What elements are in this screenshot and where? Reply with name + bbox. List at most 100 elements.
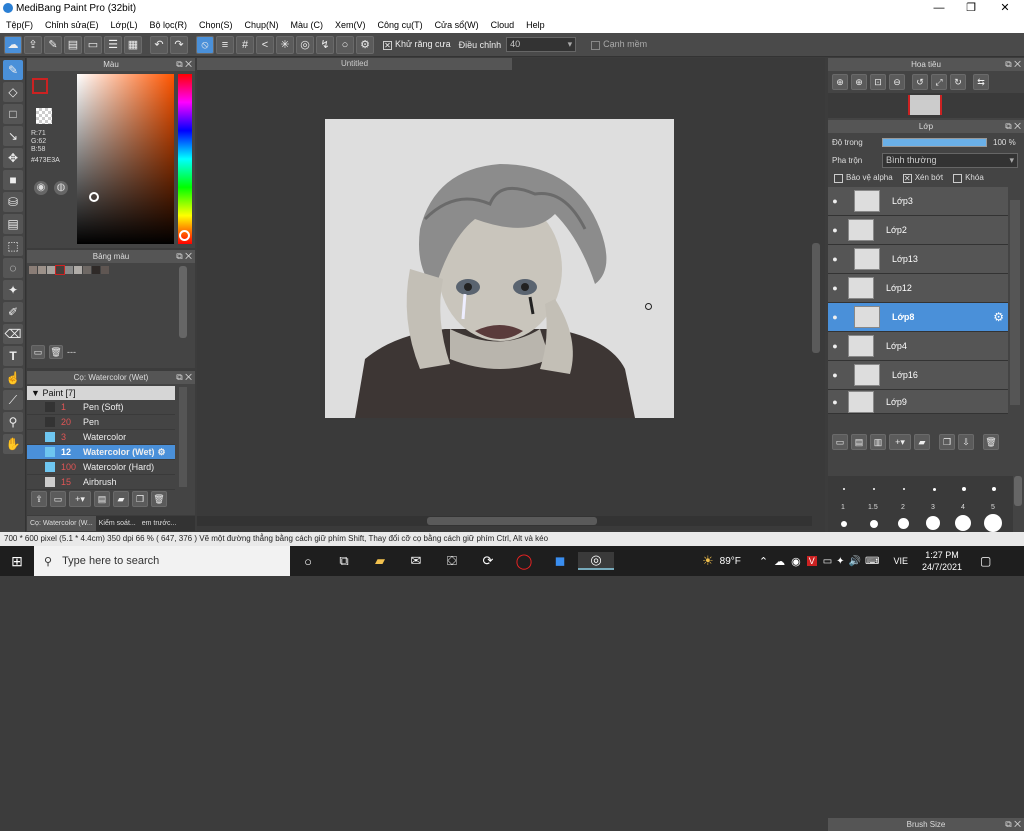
cloud-icon[interactable]: ☁ — [4, 35, 22, 54]
add-brush-icon[interactable]: +▾ — [69, 491, 91, 507]
zoom-app-icon[interactable]: ◼ — [542, 553, 578, 569]
brush-item[interactable]: 3 Watercolor — [27, 430, 175, 445]
layer-folder-icon[interactable]: ▰ — [914, 434, 930, 450]
size-dot[interactable] — [841, 521, 847, 527]
size-dot[interactable] — [933, 488, 936, 491]
concentric-snap-icon[interactable]: ◎ — [296, 35, 314, 54]
size-dot[interactable] — [898, 518, 909, 529]
select-pen-icon[interactable]: ✐ — [3, 302, 23, 322]
brush-properties-icon[interactable]: ▤ — [94, 491, 110, 507]
comment-list-icon[interactable]: ▤ — [64, 35, 82, 54]
menu-capture[interactable]: Chụp(N) — [239, 20, 285, 30]
new-brush-icon[interactable]: ▭ — [50, 491, 66, 507]
visibility-icon[interactable]: ● — [828, 254, 842, 264]
tab-brush[interactable]: Cọ: Watercolor (W... — [27, 516, 96, 531]
navigator-viewport[interactable] — [908, 95, 942, 115]
fill-shape-icon[interactable]: ■ — [3, 170, 23, 190]
menu-tools[interactable]: Công cụ(T) — [372, 20, 429, 30]
cross-snap-icon[interactable]: # — [236, 35, 254, 54]
drawing-canvas[interactable] — [325, 119, 674, 418]
text-tool-icon[interactable]: T — [3, 346, 23, 366]
grid-icon[interactable]: ▦ — [124, 35, 142, 54]
navigator-preview[interactable] — [828, 93, 1024, 118]
curve-snap-icon[interactable]: ↯ — [316, 35, 334, 54]
adjust-select[interactable]: 40 — [506, 37, 577, 52]
color-wheel-icon[interactable]: ◉ — [34, 181, 48, 195]
antialias-toggle[interactable]: ✕ Khử răng cưa — [380, 39, 454, 50]
vanishing-point-icon[interactable]: < — [256, 35, 274, 54]
minimize-button[interactable]: — — [924, 0, 954, 17]
notification-icon[interactable]: ▢ — [980, 554, 991, 568]
color-settings-icon[interactable]: ◍ — [54, 181, 68, 195]
opacity-slider[interactable] — [882, 137, 987, 147]
input-language[interactable]: VIE — [893, 556, 908, 566]
brush-settings-icon[interactable]: ⚙ — [158, 447, 166, 458]
menu-help[interactable]: Help — [520, 20, 551, 30]
actual-size-icon[interactable]: ⊡ — [870, 74, 886, 90]
protect-alpha-checkbox[interactable] — [834, 173, 843, 183]
windows-start-icon[interactable]: ⊞ — [0, 553, 34, 570]
menu-layer[interactable]: Lớp(L) — [105, 20, 144, 30]
menu-edit[interactable]: Chỉnh sửa(E) — [39, 20, 105, 30]
saturation-value-picker[interactable] — [77, 74, 174, 244]
undo-icon[interactable]: ↶ — [150, 35, 168, 54]
size-dot[interactable] — [926, 516, 940, 530]
blend-mode-select[interactable]: Bình thường — [882, 152, 1018, 168]
panel-close-icon[interactable]: ⧉ ✕ — [1005, 58, 1021, 71]
visibility-icon[interactable]: ● — [828, 370, 842, 380]
layer-item[interactable]: ● Lớp16 — [828, 361, 1008, 390]
delete-palette-icon[interactable]: 🗑 — [49, 345, 63, 359]
brush-item[interactable]: 15 Airbrush — [27, 475, 175, 490]
cortana-icon[interactable]: ○ — [290, 554, 326, 569]
zoom-out-icon[interactable]: ⊖ — [889, 74, 905, 90]
close-button[interactable]: ✕ — [990, 0, 1020, 17]
mail-icon[interactable]: ✉ — [398, 553, 434, 569]
bucket-tool-icon[interactable]: ⛁ — [3, 192, 23, 212]
panel-close-icon[interactable]: ⧉ ✕ — [176, 250, 192, 263]
soft-edge-toggle[interactable]: Cạnh mềm — [588, 39, 650, 50]
eyedropper-icon[interactable]: ⚲ — [3, 412, 23, 432]
palette-swatch[interactable] — [38, 266, 46, 274]
store-icon[interactable]: ⛋ — [434, 553, 470, 569]
visibility-icon[interactable]: ● — [828, 341, 842, 351]
panel-close-icon[interactable]: ⧉ ✕ — [1005, 120, 1021, 133]
delete-brush-icon[interactable]: 🗑 — [151, 491, 167, 507]
duplicate-layer-icon[interactable]: ❐ — [939, 434, 955, 450]
tray-icons[interactable]: ⌃☁◉ — [759, 555, 807, 568]
move-tool-icon[interactable]: ✥ — [3, 148, 23, 168]
clock[interactable]: 1:27 PM 24/7/2021 — [922, 549, 962, 573]
parallel-snap-icon[interactable]: ≡ — [216, 35, 234, 54]
brush-item-selected[interactable]: 12 Watercolor (Wet) ⚙ — [27, 445, 175, 460]
lock-toggle[interactable]: Khóa — [953, 173, 984, 183]
brush-group-header[interactable]: ▼ Paint [7] — [27, 386, 175, 400]
operation-tool-icon[interactable]: ☝ — [3, 368, 23, 388]
blur-tool-icon[interactable]: ↘ — [3, 126, 23, 146]
menu-filter[interactable]: Bộ lọc(R) — [143, 20, 193, 30]
soft-edge-checkbox[interactable] — [591, 40, 601, 50]
hue-slider-handle[interactable] — [179, 230, 190, 241]
visibility-icon[interactable]: ● — [828, 283, 842, 293]
clipping-toggle[interactable]: ✕ Xén bớt — [902, 173, 943, 183]
foreground-color-swatch[interactable] — [32, 78, 48, 94]
snap-off-icon[interactable]: ⦸ — [196, 35, 214, 54]
weather-temp[interactable]: 89°F — [720, 556, 741, 567]
lock-checkbox[interactable] — [953, 173, 963, 183]
size-dot[interactable] — [992, 487, 996, 491]
system-tray-icons[interactable]: ▭✦🔊⌨ — [823, 556, 884, 567]
brush-sync-icon[interactable]: ⇪ — [31, 491, 47, 507]
palette-swatch[interactable] — [29, 266, 37, 274]
panel-close-icon[interactable]: ⧉ ✕ — [176, 371, 192, 384]
visibility-icon[interactable]: ● — [828, 225, 842, 235]
palette-swatch[interactable] — [101, 266, 109, 274]
antialias-checkbox[interactable]: ✕ — [383, 40, 392, 50]
visibility-icon[interactable]: ● — [828, 312, 842, 322]
brush-folder-icon[interactable]: ▰ — [113, 491, 129, 507]
size-dot[interactable] — [984, 514, 1002, 532]
file-explorer-icon[interactable]: ▰ — [362, 553, 398, 569]
palette-swatch[interactable] — [65, 266, 73, 274]
brush-item[interactable]: 1 Pen (Soft) — [27, 400, 175, 415]
select-rect-icon[interactable]: ⬚ — [3, 236, 23, 256]
opera-icon[interactable]: ◯ — [506, 552, 542, 570]
vivaldi-tray-icon[interactable]: V — [806, 556, 817, 566]
tab-preview[interactable]: em trước... — [139, 516, 180, 531]
